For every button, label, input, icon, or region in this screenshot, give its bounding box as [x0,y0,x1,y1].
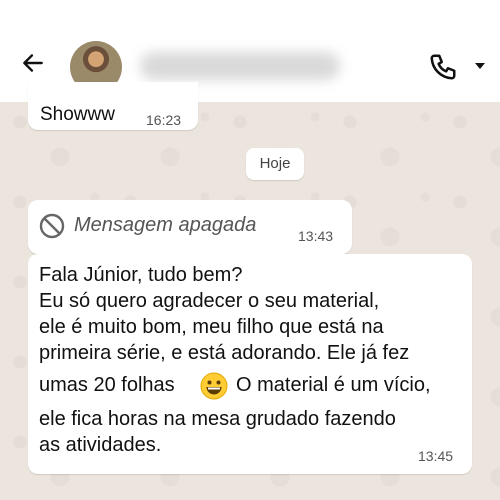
message-line: primeira série, e está adorando. Ele já … [39,342,410,364]
grinning-face-icon [200,372,228,400]
arrow-left-icon[interactable] [20,50,46,76]
date-separator: Hoje [246,148,304,180]
message-time: 13:43 [298,228,334,244]
message-line: as atividades. [39,434,162,456]
message-line: ele fica horas na mesa grudado fazendo [39,408,396,430]
message-text: Showww [40,104,115,125]
message-line: ele é muito bom, meu filho que está na [39,316,384,338]
message-bubble[interactable]: Showww 16:23 [28,82,198,130]
message-text: Mensagem apagada [74,214,257,236]
message-line: umas 20 folhas [39,374,175,396]
caret-down-icon[interactable] [472,58,488,74]
phone-icon[interactable] [428,52,458,82]
message-time: 16:23 [146,112,182,128]
message-line: Eu só quero agradecer o seu material, [39,290,380,312]
message-line: O material é um vício, [236,374,431,396]
message-time: 13:45 [418,448,454,464]
blocked-icon [39,213,65,239]
message-bubble[interactable]: Fala Júnior, tudo bem? Eu só quero agrad… [28,254,472,474]
deleted-message-bubble[interactable]: Mensagem apagada 13:43 [28,200,352,254]
chat-area: Showww 16:23 Hoje Mensagem apagada 13:43… [0,82,500,500]
message-line: Fala Júnior, tudo bem? [39,264,243,286]
contact-name-blurred[interactable] [140,52,340,80]
